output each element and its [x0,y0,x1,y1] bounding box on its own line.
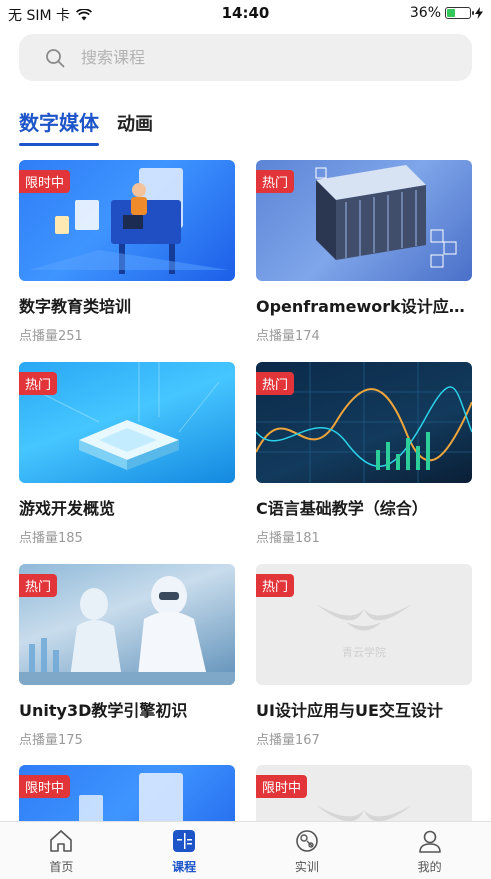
charging-icon [475,7,483,19]
course-thumbnail: 热门 [256,160,472,281]
training-icon [296,830,318,852]
tab-digital-media[interactable]: 数字媒体 [19,107,99,146]
course-card[interactable]: 热门 C语言基础教学（综合） 点播量181 [256,362,472,546]
course-views: 点播量251 [19,329,83,344]
nav-profile-label: 我的 [417,860,442,874]
battery-percent: 36% [409,5,441,21]
course-views: 点播量181 [256,531,320,546]
badge-hot: 热门 [256,372,295,395]
search-bar[interactable] [19,34,472,81]
course-title: UI设计应用与UE交互设计 [256,701,443,720]
course-card[interactable]: 青云学院 热门 UI设计应用与UE交互设计 点播量167 [256,564,472,748]
course-thumbnail: 青云学院 热门 [256,564,472,685]
home-icon [50,830,73,852]
nav-training[interactable]: 实训 [246,822,369,879]
app-screen: 无 SIM 卡 14:40 36% 数字媒体 动画 [0,0,491,879]
category-tabs: 数字媒体 动画 [19,107,153,146]
course-card[interactable]: 热门 Openframework设计应用... 点播量174 [256,160,472,344]
bottom-nav: 首页 课程 实训 我的 [0,821,491,879]
course-views: 点播量175 [19,733,83,748]
badge-limited: 限时中 [19,170,71,193]
course-title: 游戏开发概览 [19,499,116,518]
badge-limited: 限时中 [256,775,308,798]
course-card[interactable]: 热门 Unity3D教学引擎初识 点播量175 [19,564,235,748]
badge-limited: 限时中 [19,775,71,798]
course-title: C语言基础教学（综合） [256,499,428,518]
nav-course-label: 课程 [172,860,197,874]
course-title: Unity3D教学引擎初识 [19,701,188,720]
nav-training-label: 实训 [294,860,319,874]
course-icon [173,830,196,852]
nav-profile[interactable]: 我的 [368,822,491,879]
status-bar: 无 SIM 卡 14:40 36% [0,0,491,26]
course-card[interactable]: 限时中 数字教育类培训 点播量251 [19,160,235,344]
battery-icon [445,7,474,19]
profile-icon [418,830,441,853]
course-views: 点播量167 [256,733,320,748]
course-views: 点播量185 [19,531,83,546]
course-views: 点播量174 [256,329,320,344]
course-thumbnail: 限时中 [19,160,235,281]
nav-home[interactable]: 首页 [0,822,123,879]
status-right: 36% [410,5,483,21]
nav-home-label: 首页 [49,860,74,874]
course-title: Openframework设计应用... [256,297,472,316]
search-input[interactable] [81,48,421,67]
badge-hot: 热门 [19,574,58,597]
course-thumbnail: 热门 [256,362,472,483]
tab-animation[interactable]: 动画 [117,110,153,136]
badge-hot: 热门 [256,574,295,597]
search-icon [46,48,65,67]
course-title: 数字教育类培训 [19,297,132,316]
course-thumbnail: 热门 [19,564,235,685]
badge-hot: 热门 [19,372,58,395]
battery-level [447,9,455,17]
placeholder-brand: 青云学院 [342,646,386,659]
badge-hot: 热门 [256,170,295,193]
nav-course[interactable]: 课程 [123,822,246,879]
course-thumbnail: 热门 [19,362,235,483]
course-card[interactable]: 热门 游戏开发概览 点播量185 [19,362,235,546]
